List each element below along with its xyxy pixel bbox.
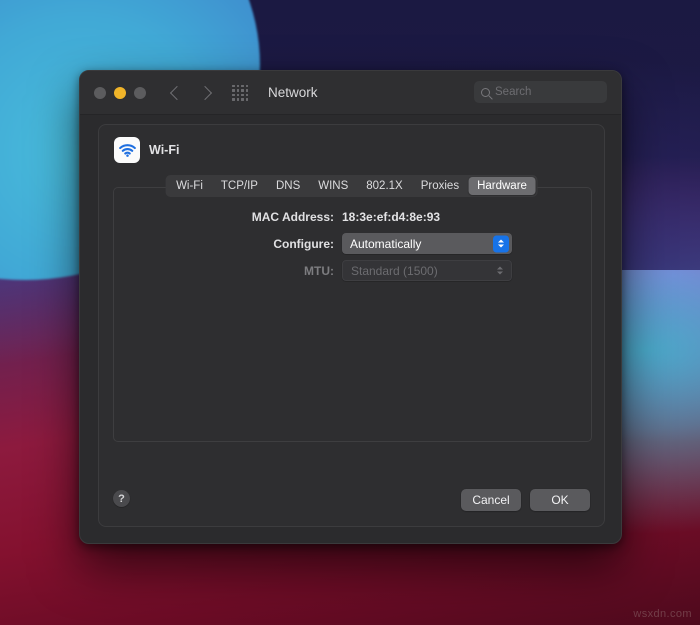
tab-dns[interactable]: DNS: [267, 177, 309, 195]
service-name-label: Wi-Fi: [149, 143, 180, 157]
configure-dropdown-value: Automatically: [350, 236, 422, 251]
mtu-label: MTU:: [304, 263, 334, 278]
tab-bar: Wi-Fi TCP/IP DNS WINS 802.1X Proxies Har…: [165, 175, 538, 197]
search-icon: [481, 87, 490, 97]
configure-row: Configure: Automatically: [114, 233, 591, 254]
ok-button[interactable]: OK: [530, 489, 590, 511]
tab-wifi[interactable]: Wi-Fi: [167, 177, 212, 195]
zoom-button[interactable]: [134, 86, 146, 99]
mac-address-value: 18:3e:ef:d4:8e:93: [342, 209, 441, 224]
mac-address-row: MAC Address: 18:3e:ef:d4:8e:93: [114, 206, 591, 227]
service-header-row: Wi-Fi: [99, 125, 604, 163]
tab-hardware[interactable]: Hardware: [468, 177, 536, 195]
chevron-updown-icon[interactable]: [493, 235, 509, 252]
window-titlebar: Network Search: [80, 71, 621, 115]
wifi-icon: [114, 137, 140, 163]
back-arrow-icon[interactable]: [169, 85, 185, 100]
search-placeholder: Search: [495, 86, 532, 98]
traffic-light-group: [94, 86, 146, 99]
tab-8021x[interactable]: 802.1X: [357, 177, 411, 195]
nav-arrow-group: [169, 85, 213, 100]
close-button[interactable]: [94, 86, 106, 99]
configure-label: Configure:: [273, 236, 334, 251]
mac-address-label: MAC Address:: [251, 209, 334, 224]
hardware-form: MAC Address: 18:3e:ef:d4:8e:93 Configure…: [114, 206, 591, 287]
cancel-button[interactable]: Cancel: [461, 489, 521, 511]
configure-dropdown[interactable]: Automatically: [342, 233, 512, 254]
hardware-content-panel: MAC Address: 18:3e:ef:d4:8e:93 Configure…: [113, 187, 592, 442]
mtu-dropdown: Standard (1500): [342, 260, 512, 281]
sheet-footer: ? Cancel OK: [99, 466, 604, 526]
network-preferences-window: Network Search Wi-Fi Wi-Fi TCP/IP DNS WI…: [79, 70, 622, 544]
hardware-settings-sheet: Wi-Fi Wi-Fi TCP/IP DNS WINS 802.1X Proxi…: [98, 124, 605, 527]
mtu-dropdown-value: Standard (1500): [351, 263, 438, 278]
minimize-button[interactable]: [114, 86, 126, 99]
show-all-grid-icon[interactable]: [232, 84, 248, 101]
tab-tcpip[interactable]: TCP/IP: [212, 177, 267, 195]
mtu-chevron-updown-icon: [492, 262, 508, 279]
search-field[interactable]: Search: [474, 81, 607, 103]
help-button[interactable]: ?: [113, 490, 130, 507]
tab-wins[interactable]: WINS: [309, 177, 357, 195]
window-title: Network: [268, 85, 318, 100]
watermark-text: wsxdn.com: [633, 608, 692, 620]
forward-arrow-icon[interactable]: [197, 85, 213, 100]
mtu-row: MTU: Standard (1500): [114, 260, 591, 281]
tab-proxies[interactable]: Proxies: [412, 177, 468, 195]
